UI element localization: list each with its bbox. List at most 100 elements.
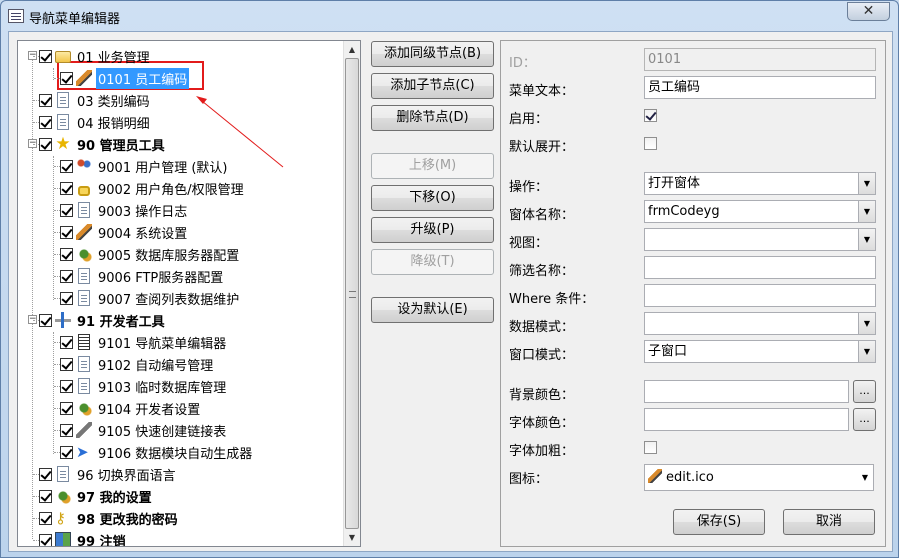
tree-item[interactable]: 99 注销 — [39, 529, 128, 546]
tree-item-checkbox[interactable] — [39, 313, 52, 327]
tree-item[interactable]: 9005 数据库服务器配置 — [60, 243, 241, 265]
tree-item-checkbox[interactable] — [39, 137, 52, 151]
tree-item-checkbox[interactable] — [60, 445, 73, 459]
tree-item[interactable]: 9002 用户角色/权限管理 — [60, 177, 246, 199]
operation-select[interactable]: 打开窗体 ▼ — [644, 172, 876, 195]
view-select[interactable]: ▼ — [644, 228, 876, 251]
tree-item-checkbox[interactable] — [60, 269, 73, 283]
bg-color-picker-button[interactable]: ... — [853, 380, 876, 403]
tree-item-checkbox[interactable] — [39, 533, 52, 546]
tree-item[interactable]: 9007 查阅列表数据维护 — [60, 287, 241, 309]
tree-item-checkbox[interactable] — [60, 335, 73, 349]
cancel-button[interactable]: 取消 — [783, 509, 875, 535]
dropdown-arrow-icon[interactable]: ▼ — [862, 465, 868, 490]
tree-item-label: 01 业务管理 — [77, 50, 150, 66]
tree-item[interactable]: 03 类别编码 — [39, 89, 152, 111]
tree-item-checkbox[interactable] — [39, 49, 52, 63]
tree-item-label: 9007 查阅列表数据维护 — [98, 292, 240, 308]
form-name-select[interactable]: frmCodeyg ▼ — [644, 200, 876, 223]
tree-item-checkbox[interactable] — [60, 225, 73, 239]
tree-item-checkbox[interactable] — [39, 115, 52, 129]
bold-checkbox[interactable] — [644, 441, 657, 454]
tree-item-checkbox[interactable] — [60, 181, 73, 195]
font-color-field[interactable] — [644, 408, 849, 431]
tree-item-checkbox[interactable] — [60, 379, 73, 393]
filter-field[interactable] — [644, 256, 876, 279]
tree-item-checkbox[interactable] — [39, 467, 52, 481]
tree-item[interactable]: 9004 系统设置 — [60, 221, 189, 243]
dropdown-arrow-icon[interactable]: ▼ — [858, 201, 875, 222]
tree-item-label: 9003 操作日志 — [98, 204, 188, 220]
bg-color-field[interactable] — [644, 380, 849, 403]
tree-item[interactable]: ➤ 9106 数据模块自动生成器 — [60, 441, 254, 463]
save-button[interactable]: 保存(S) — [673, 509, 765, 535]
menu-tree[interactable]: ▲ ▼ −01 业务管理 0101 员工编码 03 类别编码 04 报销明细 − ★ 90 … — [17, 40, 361, 547]
tree-item-checkbox[interactable] — [60, 159, 73, 173]
add-child-node-button[interactable]: 添加子节点(C) — [371, 73, 494, 99]
grip-icon — [349, 291, 356, 298]
delete-node-button[interactable]: 删除节点(D) — [371, 105, 494, 131]
tree-item-checkbox[interactable] — [60, 247, 73, 261]
tree-item-checkbox[interactable] — [60, 71, 73, 85]
tree-item[interactable]: 9103 临时数据库管理 — [60, 375, 228, 397]
tree-item-checkbox[interactable] — [60, 423, 73, 437]
users-icon — [76, 158, 92, 174]
dropdown-arrow-icon[interactable]: ▼ — [858, 173, 875, 194]
tree-item[interactable]: ⚷ 98 更改我的密码 — [39, 507, 180, 529]
tree-item[interactable]: 96 切换界面语言 — [39, 463, 178, 485]
demote-button[interactable]: 降级(T) — [371, 249, 494, 275]
move-up-button[interactable]: 上移(M) — [371, 153, 494, 179]
tree-item[interactable]: 9104 开发者设置 — [60, 397, 202, 419]
tree-item[interactable]: ★ 90 管理员工具 — [39, 133, 167, 155]
tree-item[interactable]: 9006 FTP服务器配置 — [60, 265, 225, 287]
tree-item-checkbox[interactable] — [39, 93, 52, 107]
expand-checkbox[interactable] — [644, 137, 657, 150]
editor-window: 导航菜单编辑器 ✕ ▲ ▼ −01 业务管理 0101 员工编码 03 类别编码 04… — [0, 0, 899, 558]
tree-item[interactable]: 04 报销明细 — [39, 111, 152, 133]
move-down-button[interactable]: 下移(O) — [371, 185, 494, 211]
set-default-button[interactable]: 设为默认(E) — [371, 297, 494, 323]
promote-button[interactable]: 升级(P) — [371, 217, 494, 243]
tree-item-checkbox[interactable] — [60, 401, 73, 415]
document-icon — [78, 356, 90, 372]
tree-item[interactable]: 0101 员工编码 — [60, 67, 190, 89]
window-mode-select[interactable]: 子窗口 ▼ — [644, 340, 876, 363]
where-field[interactable] — [644, 284, 876, 307]
tree-item-checkbox[interactable] — [60, 357, 73, 371]
tree-item[interactable]: 9001 用户管理 (默认) — [60, 155, 230, 177]
tree-scrollbar[interactable]: ▲ ▼ — [343, 41, 360, 546]
enabled-checkbox[interactable] — [644, 109, 657, 122]
title-bar: 导航菜单编辑器 ✕ — [1, 1, 898, 31]
icon-select[interactable]: edit.ico ▼ — [644, 464, 874, 491]
lock-icon — [78, 185, 90, 196]
tree-item[interactable]: 9101 导航菜单编辑器 — [60, 331, 228, 353]
tree-item[interactable]: 91 开发者工具 — [39, 309, 167, 331]
tree-item-label: 9105 快速创建链接表 — [98, 424, 227, 440]
dropdown-arrow-icon[interactable]: ▼ — [858, 229, 875, 250]
tree-item[interactable]: 9105 快速创建链接表 — [60, 419, 228, 441]
dropdown-arrow-icon[interactable]: ▼ — [858, 313, 875, 334]
menu-text-field[interactable]: 员工编码 — [644, 76, 876, 99]
tree-item-label: 90 管理员工具 — [77, 138, 165, 154]
font-color-picker-button[interactable]: ... — [853, 408, 876, 431]
tree-item-label: 9103 临时数据库管理 — [98, 380, 227, 396]
close-button[interactable]: ✕ — [847, 2, 890, 21]
bold-label: 字体加粗： — [509, 444, 575, 459]
add-sibling-node-button[interactable]: 添加同级节点(B) — [371, 41, 494, 67]
document-icon — [57, 114, 69, 130]
tree-item[interactable]: 9102 自动编号管理 — [60, 353, 215, 375]
tree-item[interactable]: 97 我的设置 — [39, 485, 154, 507]
tree-item-checkbox[interactable] — [39, 511, 52, 525]
data-mode-select[interactable]: ▼ — [644, 312, 876, 335]
tree-item[interactable]: 01 业务管理 — [39, 45, 152, 67]
document-icon — [78, 378, 90, 394]
tree-item-checkbox[interactable] — [60, 203, 73, 217]
tree-item-checkbox[interactable] — [60, 291, 73, 305]
tree-item-checkbox[interactable] — [39, 489, 52, 503]
tree-item[interactable]: 9003 操作日志 — [60, 199, 189, 221]
dropdown-arrow-icon[interactable]: ▼ — [858, 341, 875, 362]
scroll-up-arrow-icon[interactable]: ▲ — [344, 41, 360, 58]
scroll-thumb[interactable] — [345, 58, 359, 529]
scroll-down-arrow-icon[interactable]: ▼ — [344, 529, 360, 546]
settings-icon — [76, 224, 92, 240]
